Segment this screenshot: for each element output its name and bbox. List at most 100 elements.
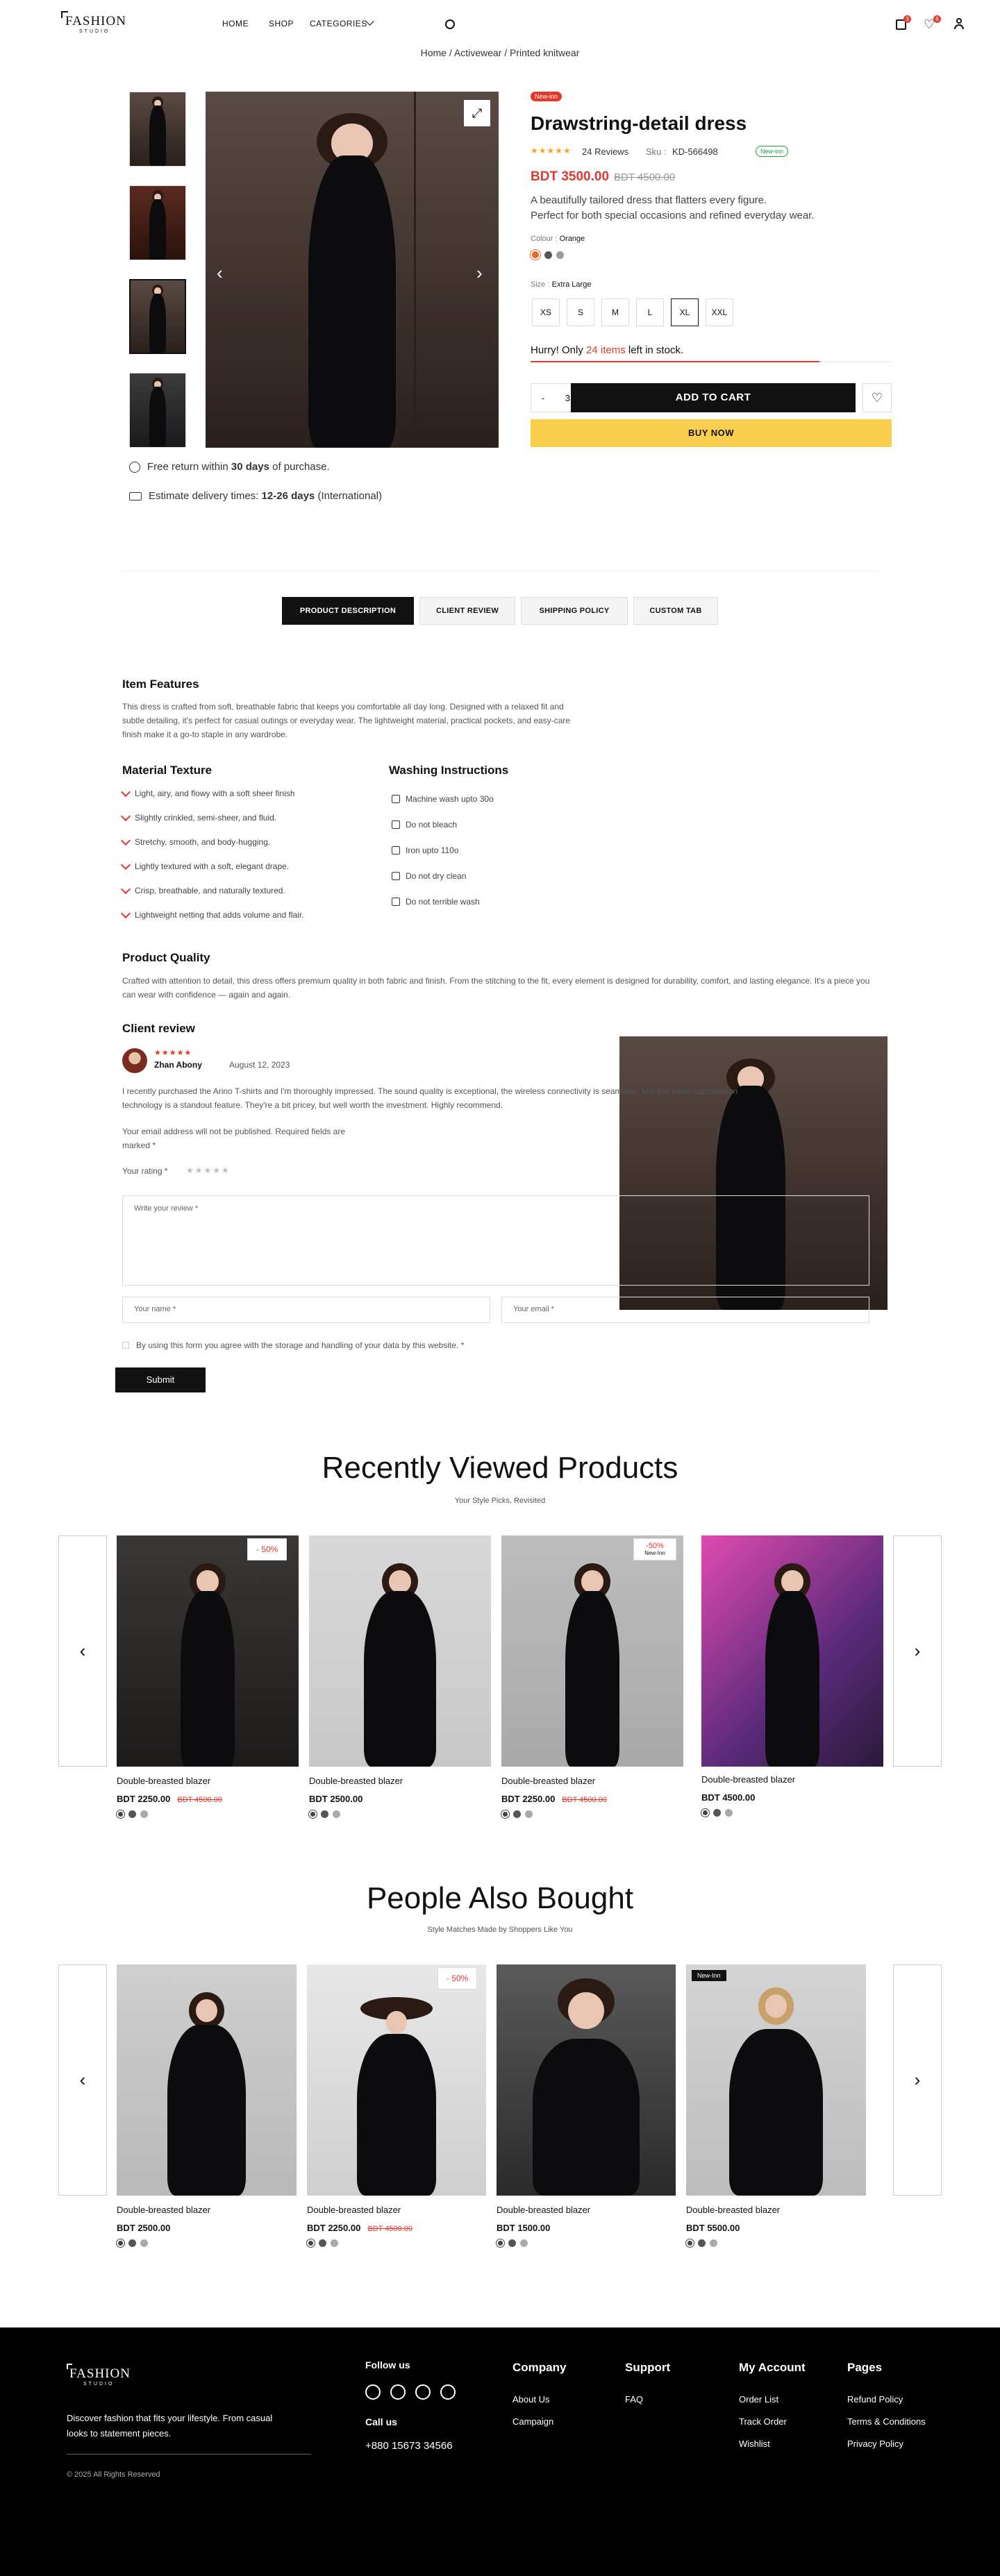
footer-link-privacy[interactable]: Privacy Policy [847, 2439, 903, 2449]
user-icon[interactable] [954, 18, 964, 31]
qty-minus-button[interactable]: - [542, 393, 544, 403]
return-post: of purchase. [269, 461, 330, 473]
search-icon[interactable] [445, 19, 455, 29]
thumbnail-2[interactable] [129, 185, 186, 260]
current-price: BDT 2250.00 [501, 1794, 556, 1804]
thumbnail-1[interactable] [129, 92, 186, 167]
washing-item: Do not bleach [392, 820, 457, 830]
tab-custom[interactable]: CUSTOM TAB [633, 597, 718, 625]
product-card-title[interactable]: Double-breasted blazer [117, 2205, 210, 2215]
size-xl[interactable]: XL [671, 298, 699, 326]
check-icon [120, 835, 131, 846]
recent-prev-button[interactable]: ‹ [58, 1535, 107, 1767]
product-card-image[interactable] [701, 1535, 883, 1767]
footer-link-order-list[interactable]: Order List [739, 2394, 778, 2405]
product-card-image[interactable] [309, 1535, 491, 1767]
product-card-image[interactable] [686, 1964, 866, 2196]
colour-value: Orange [559, 235, 585, 243]
product-card-price: BDT 1500.00 [497, 2223, 550, 2233]
check-icon [120, 786, 131, 798]
prev-image-icon[interactable]: ‹ [217, 262, 223, 284]
paypal-icon[interactable] [440, 2384, 456, 2400]
nav-home[interactable]: HOME [222, 19, 249, 28]
product-card-price: BDT 2250.00 BDT 4500.00 [307, 2223, 412, 2233]
current-price: BDT 4500.00 [701, 1792, 756, 1803]
quality-title: Product Quality [122, 951, 210, 964]
also-prev-button[interactable]: ‹ [58, 1964, 107, 2196]
swatch-gray[interactable] [544, 251, 552, 259]
tab-shipping-policy[interactable]: SHIPPING POLICY [521, 597, 628, 625]
review-textarea[interactable]: Write your review * [122, 1195, 869, 1286]
color-dots[interactable] [701, 1808, 733, 1817]
also-next-button[interactable]: › [893, 1964, 942, 2196]
nav-categories[interactable]: CATEGORIES [310, 19, 367, 28]
footer-link-faq[interactable]: FAQ [625, 2394, 643, 2405]
add-to-cart-button[interactable]: ADD TO CART [571, 383, 856, 412]
email-input[interactable]: Your email * [501, 1297, 869, 1323]
product-card-title[interactable]: Double-breasted blazer [686, 2205, 780, 2215]
material-item: Stretchy, smooth, and body-hugging. [120, 835, 270, 847]
size-xxl[interactable]: XXL [706, 298, 733, 326]
footer-link-track-order[interactable]: Track Order [739, 2416, 787, 2427]
recent-next-button[interactable]: › [893, 1535, 942, 1767]
footer-link-refund[interactable]: Refund Policy [847, 2394, 903, 2405]
color-dots[interactable] [501, 1810, 533, 1819]
product-card-title[interactable]: Double-breasted blazer [501, 1776, 595, 1786]
follow-title: Follow us [365, 2359, 410, 2371]
qty-value[interactable]: 3 [565, 393, 570, 403]
footer-link-wishlist[interactable]: Wishlist [739, 2439, 770, 2449]
material-item-text: Lightly textured with a soft, elegant dr… [135, 861, 290, 871]
thumbnail-3[interactable] [129, 279, 186, 354]
phone-number[interactable]: +880 15673 34566 [365, 2440, 453, 2452]
footer-link-about[interactable]: About Us [512, 2394, 549, 2405]
telegram-icon[interactable] [390, 2384, 406, 2400]
size-m[interactable]: M [601, 298, 629, 326]
breadcrumb[interactable]: Home / Activewear / Printed knitwear [0, 47, 1000, 58]
check-icon [120, 884, 131, 895]
tab-client-review[interactable]: CLIENT REVIEW [419, 597, 515, 625]
swatch-orange[interactable] [530, 249, 541, 260]
submit-button[interactable]: Submit [115, 1367, 206, 1392]
color-dots[interactable] [685, 2239, 717, 2248]
size-l[interactable]: L [636, 298, 664, 326]
product-card-title[interactable]: Double-breasted blazer [309, 1776, 403, 1786]
stock-pre: Hurry! Only [531, 344, 587, 356]
instagram-icon[interactable] [415, 2384, 431, 2400]
color-dots[interactable] [306, 2239, 338, 2248]
product-card-image[interactable] [307, 1964, 486, 2196]
description-line-1: A beautifully tailored dress that flatte… [531, 194, 767, 206]
color-dots[interactable] [308, 1810, 340, 1819]
tab-product-description[interactable]: PRODUCT DESCRIPTION [282, 597, 414, 625]
iron-icon [392, 846, 400, 855]
rating-input[interactable]: ★★★★★ [186, 1165, 231, 1175]
product-card-title[interactable]: Double-breasted blazer [701, 1774, 795, 1785]
product-card-image[interactable] [117, 1964, 297, 2196]
chevron-left-icon: ‹ [79, 2069, 86, 2090]
product-card-title[interactable]: Double-breasted blazer [117, 1776, 210, 1786]
color-dots[interactable] [496, 2239, 528, 2248]
product-card-title[interactable]: Double-breasted blazer [497, 2205, 590, 2215]
review-count[interactable]: 24 Reviews [582, 146, 628, 157]
size-xs[interactable]: XS [532, 298, 560, 326]
thumbnail-4[interactable] [129, 373, 186, 448]
consent-checkbox[interactable] [122, 1342, 129, 1349]
product-card-title[interactable]: Double-breasted blazer [307, 2205, 401, 2215]
product-card-image[interactable] [497, 1964, 676, 2196]
color-dots[interactable] [116, 2239, 148, 2248]
footer-link-campaign[interactable]: Campaign [512, 2416, 553, 2427]
size-s[interactable]: S [567, 298, 594, 326]
expand-icon[interactable]: ⤢ [464, 100, 490, 126]
logo[interactable]: FASHION STUDIO [61, 10, 147, 37]
footer-logo[interactable]: FASHION STUDIO [67, 2364, 150, 2391]
next-image-icon[interactable]: › [476, 262, 483, 284]
buy-now-button[interactable]: BUY NOW [531, 419, 892, 447]
color-dots[interactable] [116, 1810, 148, 1819]
pinterest-icon[interactable] [365, 2384, 381, 2400]
swatch-light[interactable] [556, 251, 564, 259]
wishlist-button[interactable]: ♡ [862, 383, 892, 412]
nav-shop[interactable]: SHOP [269, 19, 294, 28]
product-card-image[interactable] [117, 1535, 299, 1767]
footer-link-terms[interactable]: Terms & Conditions [847, 2416, 926, 2427]
name-input[interactable]: Your name * [122, 1297, 490, 1323]
product-card-image[interactable] [501, 1535, 683, 1767]
